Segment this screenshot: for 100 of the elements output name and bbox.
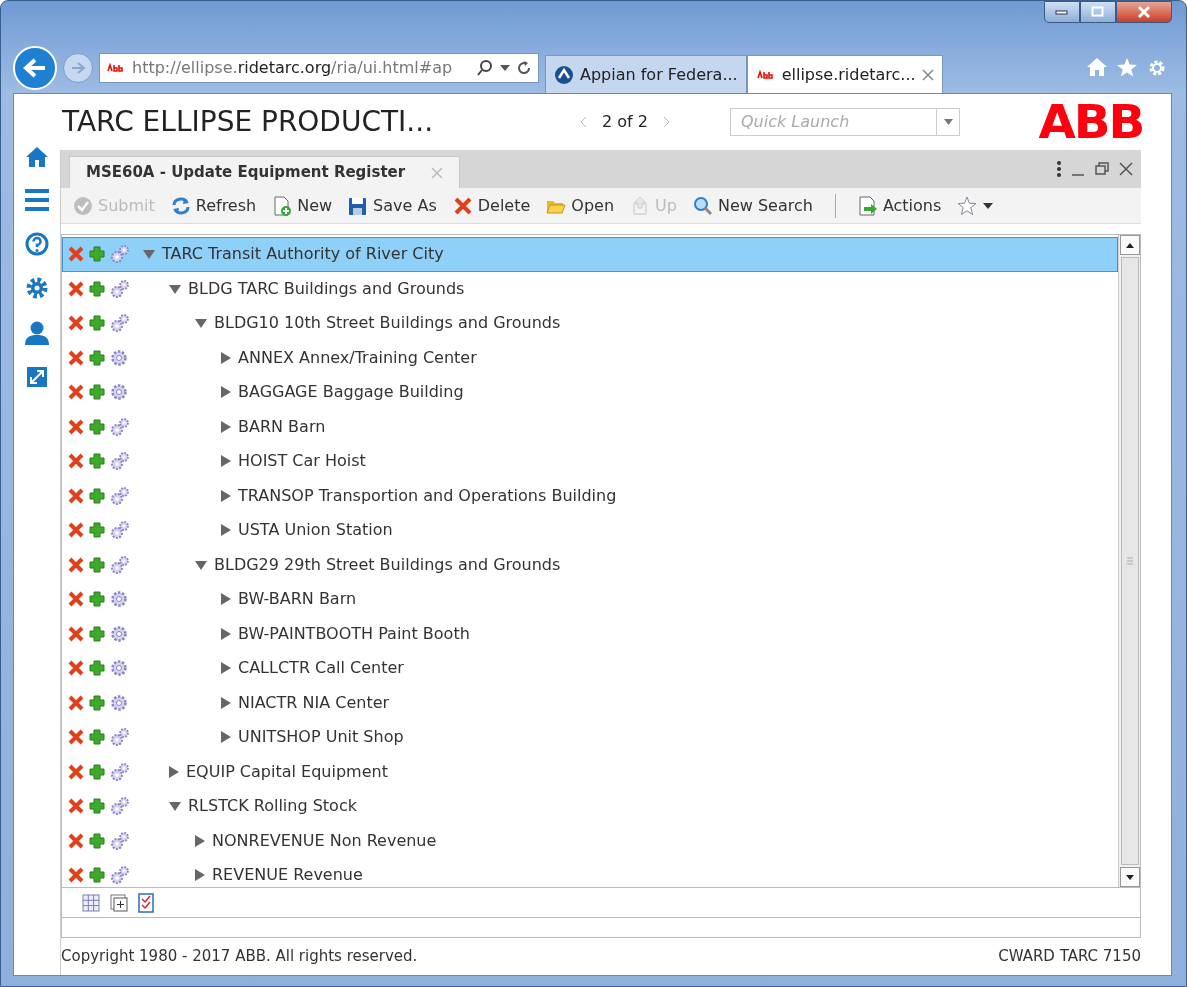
- dropdown-icon[interactable]: [500, 65, 510, 71]
- user-icon[interactable]: [24, 320, 50, 346]
- expand-icon[interactable]: [221, 455, 231, 468]
- panel-tab[interactable]: MSE60A - Update Equipment Register: [69, 156, 461, 188]
- add-icon[interactable]: [88, 797, 106, 816]
- delete-icon[interactable]: [67, 728, 85, 747]
- delete-icon[interactable]: [67, 452, 85, 471]
- menu-icon[interactable]: [24, 188, 50, 212]
- home-icon[interactable]: [25, 146, 49, 168]
- caret-icon[interactable]: [983, 202, 994, 209]
- tree-row[interactable]: BW-BARN Barn: [62, 582, 1118, 617]
- add-icon[interactable]: [88, 590, 106, 609]
- delete-icon[interactable]: [67, 279, 85, 298]
- delete-icon[interactable]: [67, 245, 85, 264]
- delete-icon[interactable]: [67, 417, 85, 436]
- gears-icon[interactable]: [109, 520, 129, 541]
- add-icon[interactable]: [88, 245, 106, 264]
- gears-icon[interactable]: [109, 796, 129, 817]
- add-icon[interactable]: [88, 452, 106, 471]
- gears-icon[interactable]: [109, 278, 129, 299]
- add-icon[interactable]: [88, 314, 106, 333]
- delete-icon[interactable]: [67, 521, 85, 540]
- tree-row[interactable]: ANNEX Annex/Training Center: [62, 340, 1118, 375]
- expand-icon[interactable]: [221, 524, 231, 537]
- collapse-icon[interactable]: [169, 283, 181, 294]
- expand-icon[interactable]: [221, 386, 231, 399]
- tree-row[interactable]: REVENUE Revenue: [62, 858, 1118, 887]
- maximize-button[interactable]: [1080, 1, 1116, 23]
- expand-icon[interactable]: [221, 627, 231, 640]
- expand-all-icon[interactable]: [110, 893, 128, 912]
- add-icon[interactable]: [88, 728, 106, 747]
- expand-icon[interactable]: [221, 696, 231, 709]
- expand-icon[interactable]: [221, 489, 231, 502]
- gears-icon[interactable]: [109, 865, 129, 886]
- add-icon[interactable]: [88, 762, 106, 781]
- delete-icon[interactable]: [67, 348, 85, 367]
- tree-row[interactable]: NIACTR NIA Center: [62, 685, 1118, 720]
- add-icon[interactable]: [88, 417, 106, 436]
- toolbar-button[interactable]: Refresh: [170, 193, 257, 218]
- collapse-icon[interactable]: [143, 249, 155, 260]
- toolbar-button[interactable]: New Search: [692, 193, 813, 218]
- delete-icon[interactable]: [67, 555, 85, 574]
- toolbar-button[interactable]: Save As: [348, 193, 437, 218]
- delete-icon[interactable]: [67, 762, 85, 781]
- tree-row[interactable]: UNITSHOP Unit Shop: [62, 720, 1118, 755]
- settings-icon[interactable]: [25, 276, 49, 300]
- expand-icon[interactable]: [169, 765, 179, 778]
- delete-icon[interactable]: [67, 831, 85, 850]
- gears-icon[interactable]: [109, 451, 129, 472]
- tree-row[interactable]: CALLCTR Call Center: [62, 651, 1118, 686]
- expand-icon[interactable]: [195, 834, 205, 847]
- scroll-up-icon[interactable]: [1125, 242, 1134, 248]
- expand-icon[interactable]: [221, 731, 231, 744]
- gears-icon[interactable]: [109, 244, 129, 265]
- collapse-icon[interactable]: [195, 559, 207, 570]
- search-icon[interactable]: [476, 59, 494, 77]
- delete-icon[interactable]: [67, 659, 85, 678]
- gears-icon[interactable]: [109, 554, 129, 575]
- tree-row[interactable]: HOIST Car Hoist: [62, 444, 1118, 479]
- tree-row[interactable]: TARC Transit Authority of River City: [62, 237, 1118, 272]
- gears-icon[interactable]: [109, 830, 129, 851]
- gears-icon[interactable]: [109, 761, 129, 782]
- dropdown-icon[interactable]: [936, 108, 960, 136]
- delete-icon[interactable]: [67, 383, 85, 402]
- toolbar-button[interactable]: Open: [546, 193, 615, 218]
- add-icon[interactable]: [88, 486, 106, 505]
- restore-icon[interactable]: [1095, 162, 1109, 176]
- close-button[interactable]: [1116, 1, 1172, 23]
- toolbar-button[interactable]: New: [272, 193, 333, 218]
- actions-menu-button[interactable]: Actions: [857, 193, 942, 218]
- add-icon[interactable]: [88, 831, 106, 850]
- expand-icon[interactable]: [221, 351, 231, 364]
- add-icon[interactable]: [88, 279, 106, 298]
- scrollbar[interactable]: [1118, 235, 1140, 887]
- add-icon[interactable]: [88, 555, 106, 574]
- tree-row[interactable]: RLSTCK Rolling Stock: [62, 789, 1118, 824]
- address-bar[interactable]: http://ellipse.ridetarc.org/ria/ui.html#ap: [99, 53, 539, 83]
- expand-icon[interactable]: [221, 593, 231, 606]
- collapse-icon[interactable]: [169, 801, 181, 812]
- add-icon[interactable]: [88, 624, 106, 643]
- browser-tab[interactable]: ellipse.ridetarc...: [746, 55, 943, 93]
- delete-icon[interactable]: [67, 314, 85, 333]
- tree-row[interactable]: BAGGAGE Baggage Building: [62, 375, 1118, 410]
- star-icon[interactable]: [957, 195, 978, 216]
- more-icon[interactable]: [1057, 161, 1061, 177]
- grip-icon[interactable]: [1126, 557, 1133, 565]
- favorites-star-icon[interactable]: [1116, 57, 1138, 77]
- toolbar-button[interactable]: Delete: [452, 193, 531, 218]
- gears-icon[interactable]: [109, 416, 129, 437]
- add-icon[interactable]: [88, 521, 106, 540]
- tree-row[interactable]: BARN Barn: [62, 409, 1118, 444]
- tree-row[interactable]: BLDG29 29th Street Buildings and Grounds: [62, 547, 1118, 582]
- add-icon[interactable]: [88, 348, 106, 367]
- expand-icon[interactable]: [195, 869, 205, 882]
- delete-icon[interactable]: [67, 866, 85, 885]
- expand-icon[interactable]: [26, 366, 48, 388]
- add-icon[interactable]: [88, 383, 106, 402]
- back-button[interactable]: [13, 46, 57, 90]
- minimize-button[interactable]: [1044, 1, 1080, 23]
- tree-row[interactable]: EQUIP Capital Equipment: [62, 754, 1118, 789]
